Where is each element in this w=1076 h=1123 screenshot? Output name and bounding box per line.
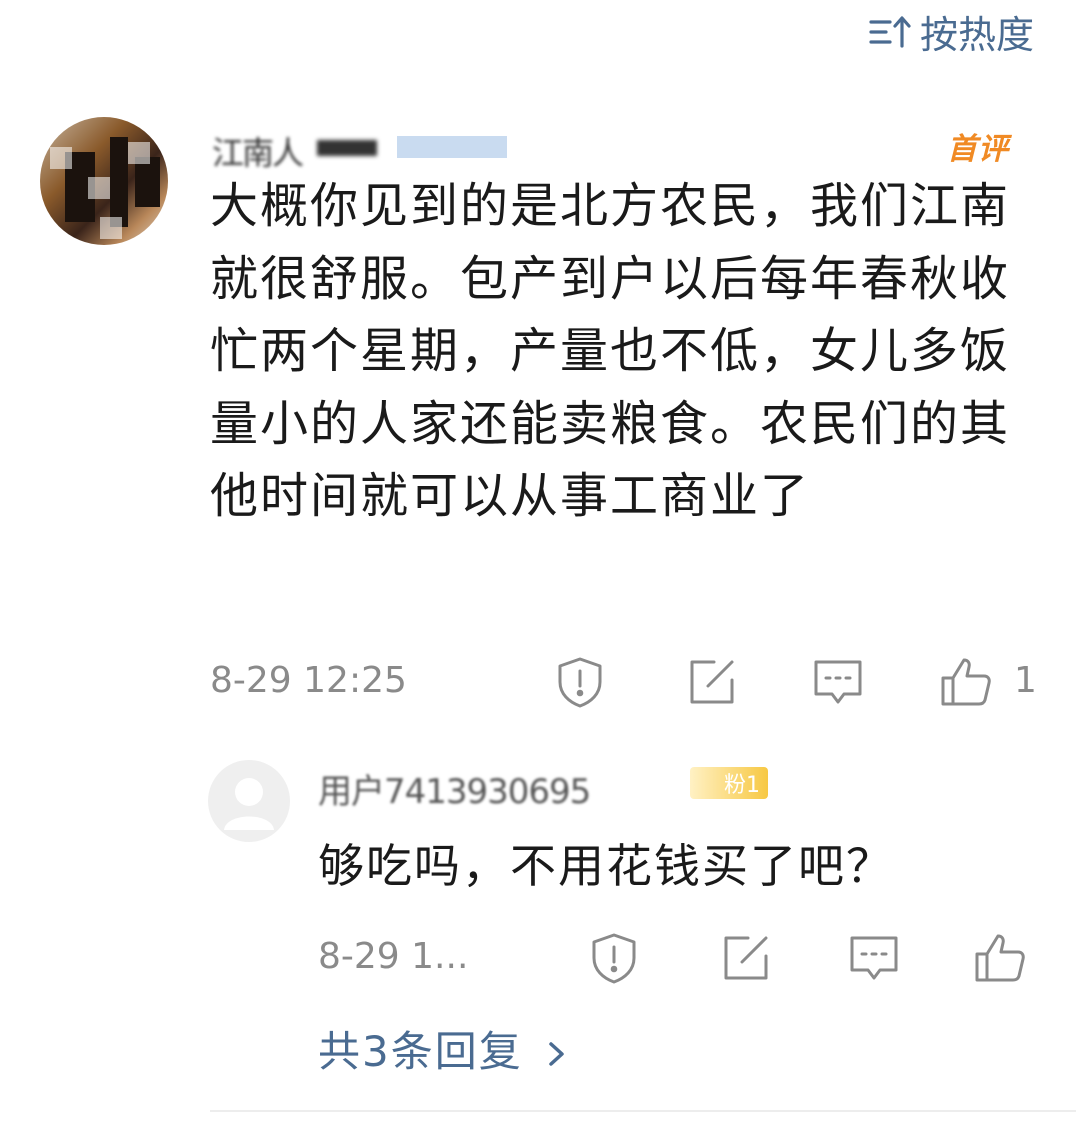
more-replies-label: 共3条回复: [318, 1027, 523, 1076]
chevron-right-icon: [547, 1032, 567, 1066]
user-avatar[interactable]: [40, 117, 168, 245]
sort-icon: [868, 12, 914, 52]
view-more-replies-link[interactable]: 共3条回复: [318, 1018, 567, 1079]
edit-icon[interactable]: [718, 930, 774, 986]
sort-label: 按热度: [920, 13, 1035, 57]
comment-icon[interactable]: [846, 930, 902, 986]
report-icon[interactable]: [586, 930, 642, 986]
divider: [210, 1110, 1076, 1112]
like-icon[interactable]: [972, 930, 1028, 986]
edit-icon[interactable]: [684, 654, 740, 710]
fan-badge: 粉1: [690, 767, 768, 799]
like-icon[interactable]: [938, 654, 994, 710]
comment-username[interactable]: 江南人: [212, 120, 512, 172]
reply-text: 够吃吗，不用花钱买了吧？: [318, 839, 894, 893]
comment-time: 8-29 12:25: [210, 660, 407, 701]
like-count: 1: [1014, 660, 1037, 701]
default-avatar[interactable]: [208, 760, 290, 842]
report-icon[interactable]: [552, 654, 608, 710]
fan-badge-label: 粉1: [724, 773, 760, 798]
reply-time: 8-29 1...: [318, 936, 469, 977]
sort-by-hot-button[interactable]: 按热度: [868, 4, 1034, 59]
reply-username[interactable]: 用户7413930695: [318, 764, 591, 813]
comment-text: 大概你见到的是北方农民，我们江南就很舒服。包产到户以后每年春秋收忙两个星期，产量…: [210, 178, 1011, 524]
first-comment-badge: 首评: [947, 132, 1009, 167]
comment-icon[interactable]: [810, 654, 866, 710]
